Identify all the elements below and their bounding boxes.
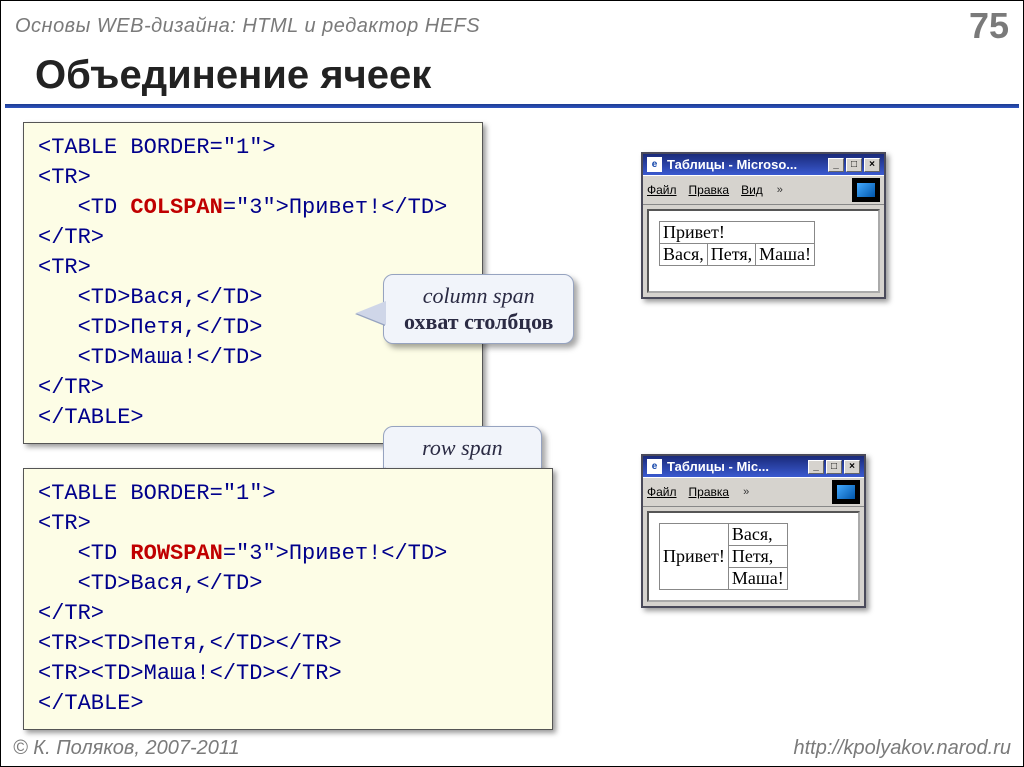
page-body: Привет! Вася, Петя, Маша! [647, 511, 860, 602]
callout-rowspan-en: row span [404, 435, 521, 461]
callout-pointer [356, 301, 386, 325]
footer-url: http://kpolyakov.narod.ru [793, 737, 1011, 760]
slide: Основы WEB-дизайна: HTML и редактор HEFS… [0, 0, 1024, 767]
callout-colspan-ru: охват столбцов [404, 309, 553, 335]
titlebar: e Таблицы - Mic... _ □ × [643, 456, 864, 477]
titlebar: e Таблицы - Microso... _ □ × [643, 154, 884, 175]
browser-colspan: e Таблицы - Microso... _ □ × Файл Правка… [641, 152, 886, 299]
window-title: Таблицы - Mic... [667, 459, 769, 474]
menubar: Файл Правка » [643, 477, 864, 507]
window-title: Таблицы - Microso... [667, 157, 797, 172]
minimize-button[interactable]: _ [808, 460, 824, 474]
callout-colspan-en: column span [404, 283, 553, 309]
close-button[interactable]: × [864, 158, 880, 172]
rowspan-keyword: ROWSPAN [130, 541, 222, 566]
rowspan-code: <TABLE BORDER="1"> <TR> <TD ROWSPAN="3">… [23, 468, 553, 730]
browser-logo-icon [852, 178, 880, 202]
chevron-right-icon[interactable]: » [743, 486, 749, 498]
callout-colspan: column span охват столбцов [383, 274, 574, 344]
maximize-button[interactable]: □ [826, 460, 842, 474]
browser-logo-icon [832, 480, 860, 504]
minimize-button[interactable]: _ [828, 158, 844, 172]
page-body: Привет! Вася, Петя, Маша! [647, 209, 880, 293]
browser-rowspan: e Таблицы - Mic... _ □ × Файл Правка » П… [641, 454, 866, 608]
cell: Привет! [660, 222, 815, 244]
ie-icon: e [647, 459, 662, 474]
colspan-keyword: COLSPAN [130, 195, 222, 220]
cell: Петя, [728, 546, 787, 568]
cell: Вася, [660, 244, 708, 266]
author: © К. Поляков, 2007-2011 [13, 737, 240, 760]
rowspan-table: Привет! Вася, Петя, Маша! [659, 523, 788, 590]
colspan-table: Привет! Вася, Петя, Маша! [659, 221, 815, 266]
content-area: <TABLE BORDER="1"> <TR> <TD COLSPAN="3">… [1, 108, 1023, 736]
menu-edit[interactable]: Правка [689, 485, 730, 499]
slide-header: Основы WEB-дизайна: HTML и редактор HEFS… [1, 1, 1023, 49]
ie-icon: e [647, 157, 662, 172]
course-title: Основы WEB-дизайна: HTML и редактор HEFS [15, 15, 480, 38]
cell: Привет! [660, 524, 729, 590]
menubar: Файл Правка Вид » [643, 175, 884, 205]
menu-edit[interactable]: Правка [689, 183, 730, 197]
cell: Петя, [707, 244, 755, 266]
menu-file[interactable]: Файл [647, 183, 677, 197]
close-button[interactable]: × [844, 460, 860, 474]
maximize-button[interactable]: □ [846, 158, 862, 172]
menu-file[interactable]: Файл [647, 485, 677, 499]
cell: Вася, [728, 524, 787, 546]
cell: Маша! [756, 244, 815, 266]
slide-title: Объединение ячеек [1, 49, 1023, 104]
page-number: 75 [969, 5, 1009, 47]
chevron-right-icon[interactable]: » [777, 184, 783, 196]
slide-footer: © К. Поляков, 2007-2011 http://kpolyakov… [1, 731, 1023, 766]
cell: Маша! [728, 568, 787, 590]
menu-view[interactable]: Вид [741, 183, 763, 197]
